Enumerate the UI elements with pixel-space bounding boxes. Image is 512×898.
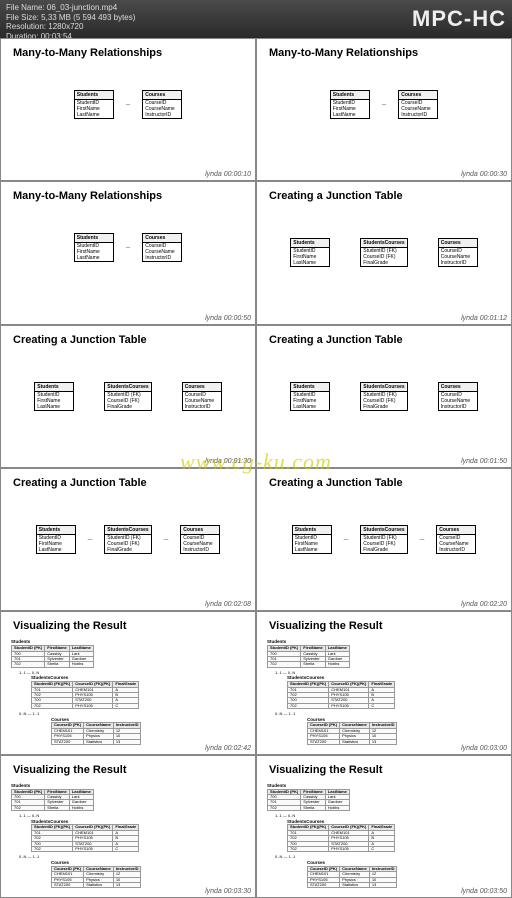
thumbnail-grid: Many-to-Many RelationshipsStudentsStuden…: [0, 38, 512, 898]
datatable-courses: CoursesCourseID (PK)CourseNameInstructor…: [307, 861, 501, 889]
entity-students: StudentsStudentIDFirstNameLastName: [292, 525, 332, 554]
relationship-connector: —: [126, 245, 131, 250]
thumbnail-6[interactable]: Creating a Junction TableStudentsStudent…: [1, 469, 255, 610]
er-diagram: StudentsStudentIDFirstNameLastName Studen…: [1, 326, 255, 467]
thumbnail-0[interactable]: Many-to-Many RelationshipsStudentsStuden…: [1, 39, 255, 180]
datatable-students: StudentsStudentID (PK)FirstNameLastName7…: [11, 640, 245, 668]
datatable-students: StudentsStudentID (PK)FirstNameLastName7…: [267, 640, 501, 668]
slide-title: Visualizing the Result: [269, 620, 383, 632]
datatable-courses: CoursesCourseID (PK)CourseNameInstructor…: [307, 718, 501, 746]
thumbnail-4[interactable]: Creating a Junction TableStudentsStudent…: [1, 326, 255, 467]
thumbnail-1[interactable]: Many-to-Many RelationshipsStudentsStuden…: [257, 39, 511, 180]
timestamp-overlay: lynda 00:00:50: [205, 315, 251, 322]
thumbnail-2[interactable]: Many-to-Many RelationshipsStudentsStuden…: [1, 182, 255, 323]
datatable-studentscourses: StudentsCoursesStudentID (FK)(PK)CourseI…: [287, 820, 501, 853]
entity-courses: CoursesCourseIDCourseNameInstructorID: [398, 90, 438, 119]
er-diagram: StudentsStudentIDFirstNameLastName — Cours…: [1, 182, 255, 323]
timestamp-overlay: lynda 00:03:50: [461, 888, 507, 895]
timestamp-overlay: lynda 00:00:10: [205, 171, 251, 178]
datatable-students: StudentsStudentID (PK)FirstNameLastName7…: [11, 784, 245, 812]
thumbnail-7[interactable]: Creating a Junction TableStudentsStudent…: [257, 469, 511, 610]
timestamp-overlay: lynda 00:02:42: [205, 745, 251, 752]
entity-courses: CoursesCourseIDCourseNameInstructorID: [438, 382, 478, 411]
entity-courses: CoursesCourseIDCourseNameInstructorID: [182, 382, 222, 411]
thumbnail-8[interactable]: Visualizing the Result StudentsStudentID …: [1, 612, 255, 753]
result-visual: StudentsStudentID (PK)FirstNameLastName7…: [267, 640, 501, 748]
slide-title: Visualizing the Result: [269, 764, 383, 776]
er-diagram: StudentsStudentIDFirstNameLastName Studen…: [257, 182, 511, 323]
entity-courses: CoursesCourseIDCourseNameInstructorID: [180, 525, 220, 554]
slide-title: Visualizing the Result: [13, 764, 127, 776]
timestamp-overlay: lynda 00:03:30: [205, 888, 251, 895]
relation-label: 1..1 — 0..N: [275, 814, 501, 818]
entity-studentscourses: StudentsCoursesStudentID (FK)CourseID (F…: [360, 238, 407, 267]
entity-studentscourses: StudentsCoursesStudentID (FK)CourseID (F…: [360, 525, 407, 554]
timestamp-overlay: lynda 00:01:30: [205, 458, 251, 465]
entity-courses: CoursesCourseIDCourseNameInstructorID: [142, 90, 182, 119]
timestamp-overlay: lynda 00:02:20: [461, 601, 507, 608]
relationship-connector: —: [88, 537, 93, 542]
entity-courses: CoursesCourseIDCourseNameInstructorID: [436, 525, 476, 554]
datatable-courses: CoursesCourseID (PK)CourseNameInstructor…: [51, 718, 245, 746]
slide-title: Visualizing the Result: [13, 620, 127, 632]
result-visual: StudentsStudentID (PK)FirstNameLastName7…: [267, 784, 501, 892]
datatable-studentscourses: StudentsCoursesStudentID (FK)(PK)CourseI…: [287, 676, 501, 709]
er-diagram: StudentsStudentIDFirstNameLastName — Cours…: [1, 39, 255, 180]
entity-students: StudentsStudentIDFirstNameLastName: [74, 233, 114, 262]
thumbnail-11[interactable]: Visualizing the Result StudentsStudentID …: [257, 756, 511, 897]
entity-students: StudentsStudentIDFirstNameLastName: [74, 90, 114, 119]
datatable-studentscourses: StudentsCoursesStudentID (FK)(PK)CourseI…: [31, 820, 245, 853]
entity-courses: CoursesCourseIDCourseNameInstructorID: [438, 238, 478, 267]
file-info: File Name: 06_03-junction.mp4 File Size:…: [6, 3, 135, 41]
timestamp-overlay: lynda 00:00:30: [461, 171, 507, 178]
entity-courses: CoursesCourseIDCourseNameInstructorID: [142, 233, 182, 262]
thumbnail-5[interactable]: Creating a Junction TableStudentsStudent…: [257, 326, 511, 467]
er-diagram: StudentsStudentIDFirstNameLastName — Stude…: [257, 469, 511, 610]
entity-studentscourses: StudentsCoursesStudentID (FK)CourseID (F…: [104, 382, 151, 411]
entity-studentscourses: StudentsCoursesStudentID (FK)CourseID (F…: [104, 525, 151, 554]
timestamp-overlay: lynda 00:01:50: [461, 458, 507, 465]
thumbnail-10[interactable]: Visualizing the Result StudentsStudentID …: [1, 756, 255, 897]
entity-studentscourses: StudentsCoursesStudentID (FK)CourseID (F…: [360, 382, 407, 411]
result-visual: StudentsStudentID (PK)FirstNameLastName7…: [11, 784, 245, 892]
entity-students: StudentsStudentIDFirstNameLastName: [36, 525, 76, 554]
player-header: File Name: 06_03-junction.mp4 File Size:…: [0, 0, 512, 38]
app-title: MPC-HC: [412, 6, 506, 32]
timestamp-overlay: lynda 00:03:00: [461, 745, 507, 752]
er-diagram: StudentsStudentIDFirstNameLastName — Stude…: [1, 469, 255, 610]
entity-students: StudentsStudentIDFirstNameLastName: [290, 238, 330, 267]
entity-students: StudentsStudentIDFirstNameLastName: [34, 382, 74, 411]
er-diagram: StudentsStudentIDFirstNameLastName — Cours…: [257, 39, 511, 180]
timestamp-overlay: lynda 00:01:12: [461, 315, 507, 322]
relation-label: 1..1 — 0..N: [19, 814, 245, 818]
relationship-connector: —: [344, 537, 349, 542]
result-visual: StudentsStudentID (PK)FirstNameLastName7…: [11, 640, 245, 748]
relationship-connector: —: [126, 102, 131, 107]
relation-label: 0..N — 1..1: [19, 712, 245, 716]
relationship-connector: —: [164, 537, 169, 542]
thumbnail-3[interactable]: Creating a Junction TableStudentsStudent…: [257, 182, 511, 323]
er-diagram: StudentsStudentIDFirstNameLastName Studen…: [257, 326, 511, 467]
datatable-studentscourses: StudentsCoursesStudentID (FK)(PK)CourseI…: [31, 676, 245, 709]
relationship-connector: —: [382, 102, 387, 107]
entity-students: StudentsStudentIDFirstNameLastName: [290, 382, 330, 411]
relation-label: 0..N — 1..1: [275, 712, 501, 716]
entity-students: StudentsStudentIDFirstNameLastName: [330, 90, 370, 119]
datatable-courses: CoursesCourseID (PK)CourseNameInstructor…: [51, 861, 245, 889]
datatable-students: StudentsStudentID (PK)FirstNameLastName7…: [267, 784, 501, 812]
thumbnail-9[interactable]: Visualizing the Result StudentsStudentID …: [257, 612, 511, 753]
timestamp-overlay: lynda 00:02:08: [205, 601, 251, 608]
relationship-connector: —: [420, 537, 425, 542]
